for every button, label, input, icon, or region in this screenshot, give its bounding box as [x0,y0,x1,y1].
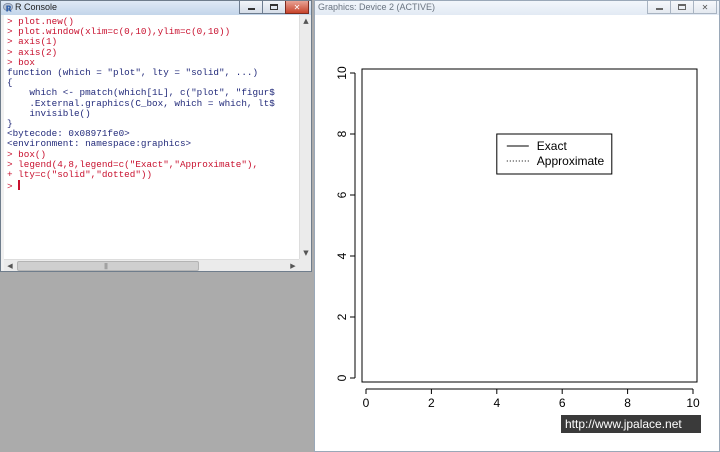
horizontal-scroll-thumb[interactable]: ||| [17,261,199,271]
plot-canvas: 0 2 4 6 8 10 0 2 4 6 8 10 ExactApproximate [335,66,700,410]
console-titlebar[interactable]: R R Console ✕ [1,1,311,15]
console-line: > axis(2) [7,46,58,58]
close-button[interactable]: ✕ [285,1,309,14]
r-console-window[interactable]: R R Console ✕ > plot.new() > plot.window(… [0,0,312,272]
text-caret [18,180,21,191]
scroll-up-icon[interactable]: ▲ [300,15,311,27]
minimize-icon [247,8,255,10]
scroll-right-icon[interactable]: ▶ [287,260,299,271]
r-logo-icon: R [3,3,13,13]
x-tick-label: 8 [624,396,631,410]
console-line: function (which = "plot", lty = "solid",… [7,67,259,79]
svg-text:R: R [6,5,12,13]
watermark: http://www.jpalace.net [561,415,701,433]
x-tick-label: 2 [428,396,435,410]
y-tick-label: 0 [335,374,349,381]
x-tick-label: 6 [559,396,566,410]
console-prompt: > [7,181,13,193]
console-title: R Console [15,2,58,12]
y-tick-label: 6 [335,191,349,198]
x-tick-label: 4 [493,396,500,410]
maximize-button[interactable] [262,1,286,14]
maximize-icon [270,4,278,10]
plot-box [361,68,698,383]
scroll-down-icon[interactable]: ▼ [300,247,311,259]
console-horizontal-scrollbar[interactable]: ◀ ||| ▶ [4,259,299,271]
legend-label: Approximate [537,154,605,168]
y-tick-label: 10 [335,66,349,80]
x-tick-label: 0 [363,396,370,410]
console-prompt-line[interactable]: > [7,180,299,192]
scrollbar-corner [299,259,311,271]
y-tick-label: 8 [335,130,349,137]
y-tick-label: 2 [335,313,349,320]
minimize-button[interactable] [239,1,263,14]
legend-label: Exact [537,139,568,153]
console-line: invisible() [7,107,91,119]
graphics-device-window[interactable]: Graphics: Device 2 (ACTIVE) ✕ 0 2 4 6 8 10 0 2 4… [314,0,720,452]
console-output[interactable]: > plot.new() > plot.window(xlim=c(0,10),y… [4,15,299,259]
y-tick-label: 4 [335,252,349,259]
console-vertical-scrollbar[interactable]: ▲ ▼ [299,15,311,259]
scroll-left-icon[interactable]: ◀ [4,260,16,271]
x-tick-label: 10 [686,396,700,410]
console-line: + lty=c("solid","dotted")) [7,169,153,181]
console-line: <environment: namespace:graphics> [7,138,192,150]
close-icon: ✕ [293,2,301,12]
